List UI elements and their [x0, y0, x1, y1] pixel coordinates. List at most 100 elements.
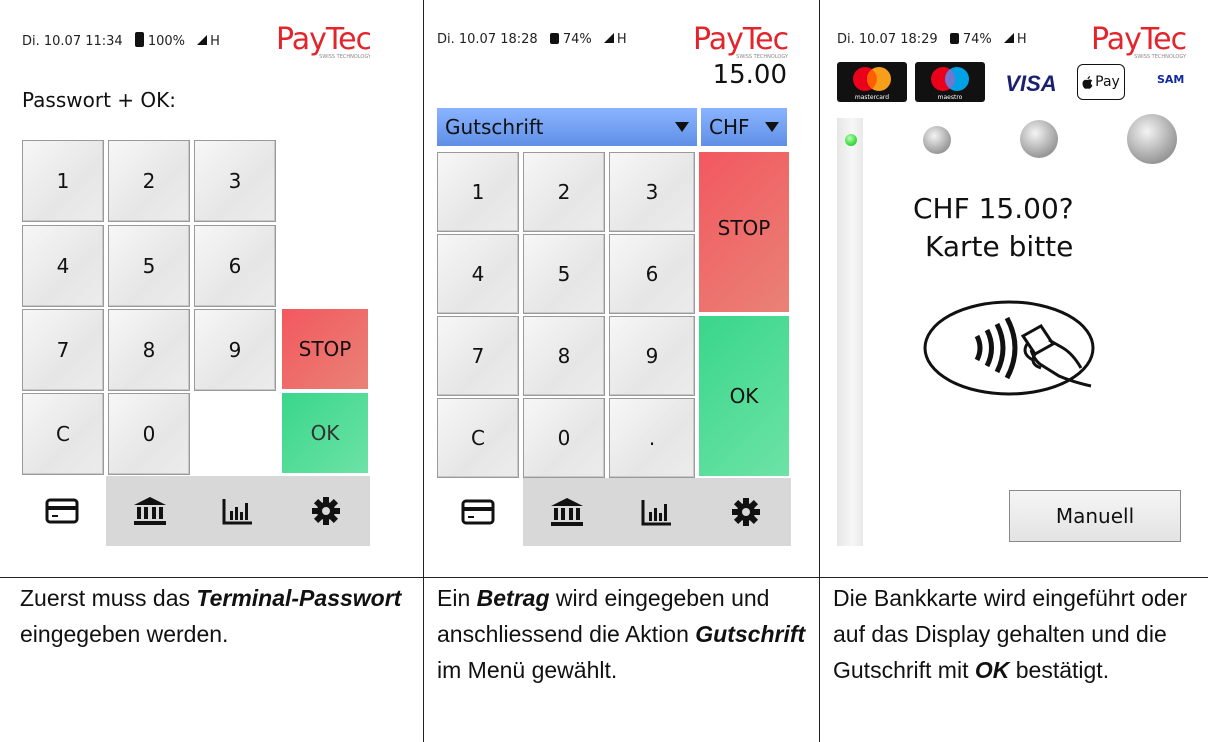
bottom-tab-bar	[18, 476, 370, 546]
paytec-logo: PayTec SWISS TECHNOLOGY	[1091, 22, 1187, 60]
paytec-logo: PayTec SWISS TECHNOLOGY	[276, 22, 370, 60]
key-5[interactable]: 5	[523, 234, 605, 314]
key-7[interactable]: 7	[22, 309, 104, 391]
stop-button[interactable]: STOP	[282, 309, 368, 389]
caption-3: Die Bankkarte wird eingeführt oder auf d…	[833, 585, 1188, 683]
terminal-screen-amount: Di. 10.07 18:28 74% H PayTec SWISS TECHNO…	[433, 0, 791, 546]
maestro-logo: maestro	[915, 62, 985, 102]
key-3[interactable]: 3	[194, 140, 276, 222]
signal-icon	[197, 35, 208, 45]
status-led-2	[923, 126, 951, 154]
amount-prompt: CHF 15.00?	[913, 192, 1074, 225]
password-prompt: Passwort + OK:	[22, 88, 176, 112]
ok-button[interactable]: OK	[699, 316, 789, 476]
chart-icon	[641, 500, 671, 526]
card-prompt: Karte bitte	[925, 230, 1074, 263]
network-type: H	[1016, 32, 1027, 47]
apple-pay-logo: Pay	[1077, 64, 1125, 100]
key-6[interactable]: 6	[609, 234, 695, 314]
key-6[interactable]: 6	[194, 225, 276, 307]
network-type: H	[616, 32, 627, 47]
terminal-screen-present-card: Di. 10.07 18:29 74% H PayTec SWISS TECHNO…	[833, 0, 1187, 546]
caption-1: Zuerst muss das Terminal-Passwort eingeg…	[20, 585, 402, 647]
dropdown-arrow-icon	[765, 122, 779, 132]
battery-level: 74%	[562, 32, 592, 47]
svg-text:maestro: maestro	[938, 94, 963, 101]
manual-button-label: Manuell	[1055, 504, 1135, 528]
key-5[interactable]: 5	[108, 225, 190, 307]
paytec-logo: PayTec SWISS TECHNOLOGY	[693, 22, 789, 60]
status-led-4	[1127, 114, 1177, 164]
key-4[interactable]: 4	[437, 234, 519, 314]
battery-icon	[549, 33, 559, 44]
caption-emphasis: OK	[974, 657, 1010, 683]
key-9[interactable]: 9	[194, 309, 276, 391]
gear-icon	[732, 498, 761, 526]
column-divider-2	[819, 0, 820, 742]
transaction-type-value: Gutschrift	[445, 115, 544, 139]
status-led-3	[1020, 120, 1058, 158]
battery-level: 100%	[147, 34, 186, 49]
tab-statistics[interactable]	[194, 476, 282, 546]
bank-icon	[134, 497, 166, 525]
status-bar: Di. 10.07 18:28 74% H	[437, 32, 627, 47]
caption-emphasis: Gutschrift	[695, 621, 806, 647]
stop-button[interactable]: STOP	[699, 152, 789, 312]
status-led-green	[845, 134, 857, 146]
signal-icon	[1003, 33, 1014, 43]
status-datetime: Di. 10.07 18:29	[837, 32, 938, 47]
tab-card[interactable]	[18, 476, 106, 546]
reader-strip	[837, 118, 863, 546]
bottom-tab-bar	[433, 478, 791, 546]
status-datetime: Di. 10.07 18:28	[437, 32, 538, 47]
caption-emphasis: Betrag	[476, 585, 550, 611]
key-1[interactable]: 1	[22, 140, 104, 222]
gear-icon	[312, 497, 340, 525]
currency-dropdown[interactable]: CHF	[701, 108, 787, 146]
apple-icon	[1082, 75, 1093, 89]
bank-icon	[551, 498, 584, 526]
network-type: H	[210, 34, 220, 49]
card-icon	[461, 499, 495, 525]
battery-icon	[949, 33, 959, 44]
caption-2: Ein Betrag wird eingegeben und anschlies…	[437, 585, 806, 683]
contactless-icon	[923, 300, 1095, 396]
chart-icon	[222, 499, 252, 525]
key-0[interactable]: 0	[523, 398, 605, 478]
key-2[interactable]: 2	[108, 140, 190, 222]
key-clear[interactable]: C	[22, 393, 104, 475]
tab-bank[interactable]	[523, 478, 613, 546]
card-icon	[45, 498, 79, 524]
tab-settings[interactable]	[282, 476, 370, 546]
manual-button[interactable]: Manuell	[1009, 490, 1181, 542]
tab-statistics[interactable]	[612, 478, 702, 546]
status-datetime: Di. 10.07 11:34	[22, 34, 123, 49]
key-1[interactable]: 1	[437, 152, 519, 232]
samsung-pay-logo: SAM P	[1157, 73, 1187, 86]
tab-bank[interactable]	[106, 476, 194, 546]
tab-card[interactable]	[433, 478, 523, 546]
tab-settings[interactable]	[702, 478, 792, 546]
key-2[interactable]: 2	[523, 152, 605, 232]
ok-button[interactable]: OK	[282, 393, 368, 473]
key-clear[interactable]: C	[437, 398, 519, 478]
mastercard-logo: mastercard	[837, 62, 907, 102]
signal-icon	[603, 33, 614, 43]
visa-logo: VISA	[1005, 71, 1057, 96]
column-divider-1	[423, 0, 424, 742]
transaction-type-dropdown[interactable]: Gutschrift	[437, 108, 697, 146]
currency-value: CHF	[709, 115, 750, 139]
key-0[interactable]: 0	[108, 393, 190, 475]
key-7[interactable]: 7	[437, 316, 519, 396]
row-divider	[0, 577, 1208, 578]
key-3[interactable]: 3	[609, 152, 695, 232]
caption-emphasis: Terminal-Passwort	[196, 585, 402, 611]
key-8[interactable]: 8	[108, 309, 190, 391]
key-4[interactable]: 4	[22, 225, 104, 307]
key-9[interactable]: 9	[609, 316, 695, 396]
terminal-screen-password: Di. 10.07 11:34 100% H PayTec SWISS TECHN…	[18, 0, 370, 546]
key-decimal[interactable]: .	[609, 398, 695, 478]
status-bar: Di. 10.07 18:29 74% H	[837, 32, 1027, 47]
battery-level: 74%	[962, 32, 992, 47]
key-8[interactable]: 8	[523, 316, 605, 396]
